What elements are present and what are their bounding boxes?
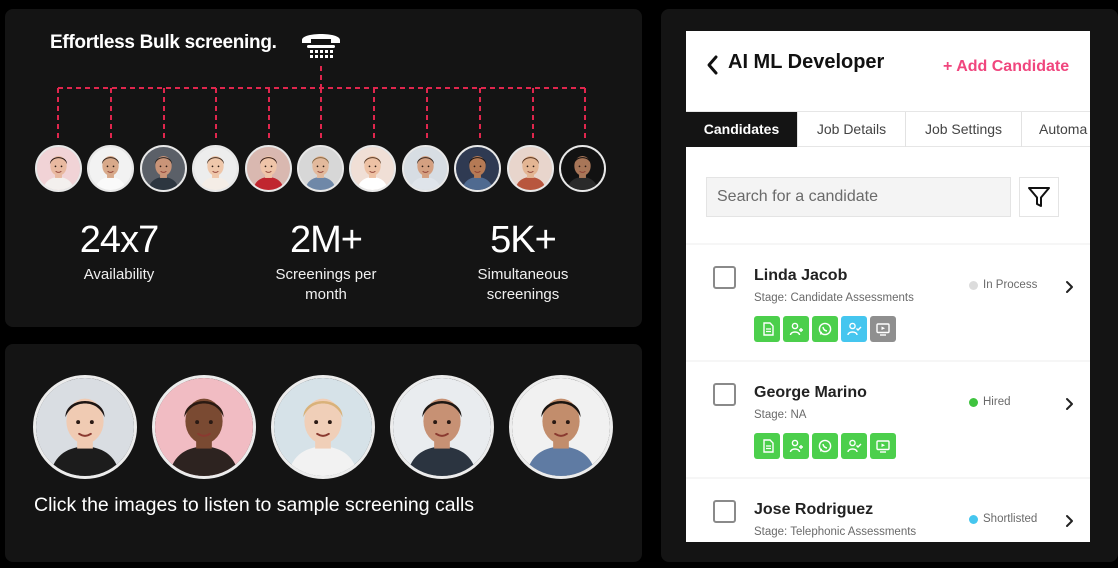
screening-avatar [401,145,449,192]
add-candidate-button[interactable]: + Add Candidate [943,58,1069,76]
screening-avatar [244,145,292,192]
sample-call-avatar[interactable] [271,375,375,479]
user-check-action-button[interactable] [841,433,867,459]
document-action-button[interactable] [754,316,780,342]
tab-bar: Candidates Job Details Job Settings Auto… [686,111,1090,147]
chevron-right-icon[interactable] [1064,280,1074,294]
add-user-action-button[interactable] [783,433,809,459]
screening-avatar [349,145,397,192]
app-header: AI ML Developer + Add Candidate [686,31,1090,111]
stat-label: Simultaneous screenings [477,266,569,303]
candidate-stage: Stage: Candidate Assessments [754,292,914,304]
stat-simultaneous-screenings: 5K+ Simultaneous screenings [448,221,598,305]
back-chevron-icon[interactable] [704,53,720,77]
candidate-row[interactable]: George Marino Stage: NA Hired [686,362,1090,477]
add-user-icon [789,322,803,336]
search-area [686,147,1090,243]
candidate-name: George Marino [754,384,867,401]
candidate-actions [754,433,896,459]
tab-job-settings[interactable]: Job Settings [906,112,1022,147]
screening-avatar [559,145,606,192]
sample-call-avatars [33,375,623,480]
filter-icon [1028,187,1050,207]
sample-call-avatar[interactable] [33,375,137,479]
add-user-action-button[interactable] [783,316,809,342]
tab-automation[interactable]: Automa [1022,112,1090,147]
status-dot [969,397,978,407]
video-screen-icon [876,440,890,453]
add-user-icon [789,439,803,453]
sample-calls-caption: Click the images to listen to sample scr… [34,494,475,516]
video-screen-action-button[interactable] [870,316,896,342]
screening-avatar [192,145,240,192]
candidate-stage: Stage: NA [754,409,807,421]
stat-screenings-per-month: 2M+ Screenings per month [251,221,401,305]
candidate-search-input[interactable] [706,177,1011,217]
video-screen-icon [876,323,890,336]
user-check-icon [847,439,862,453]
filter-button[interactable] [1019,177,1059,217]
screening-avatar [297,145,344,192]
user-check-action-button[interactable] [841,316,867,342]
document-icon [763,322,774,336]
stat-value: 2M+ [290,219,363,261]
user-check-icon [847,322,862,336]
stat-label: Screenings per month [275,266,377,303]
status-dot [969,514,978,524]
status-badge: Hired [969,396,1010,408]
connector-lines [57,66,586,140]
candidate-checkbox[interactable] [713,383,736,406]
whatsapp-action-button[interactable] [812,316,838,342]
whatsapp-action-button[interactable] [812,433,838,459]
video-screen-action-button[interactable] [870,433,896,459]
stat-value: 24x7 [79,219,159,261]
chevron-right-icon[interactable] [1064,514,1074,528]
document-action-button[interactable] [754,433,780,459]
candidate-row[interactable]: Linda Jacob Stage: Candidate Assessments… [686,245,1090,360]
sample-call-avatar[interactable] [390,375,494,479]
tab-job-details[interactable]: Job Details [798,112,906,147]
sample-call-avatar[interactable] [152,375,256,479]
candidate-app-window: AI ML Developer + Add Candidate Candidat… [686,31,1090,542]
stat-availability: 24x7 Availability [44,221,194,285]
stat-label: Availability [83,266,155,283]
chevron-right-icon[interactable] [1064,397,1074,411]
candidate-name: Linda Jacob [754,267,848,284]
job-title: AI ML Developer [728,51,885,73]
screening-avatar [139,145,187,192]
tab-candidates[interactable]: Candidates [686,112,798,147]
stat-value: 5K+ [490,219,557,261]
candidate-stage: Stage: Telephonic Assessments [754,526,917,538]
sample-call-avatar[interactable] [509,375,613,479]
candidate-name: Jose Rodriguez [754,501,874,518]
whatsapp-icon [818,322,832,336]
candidate-checkbox[interactable] [713,266,736,289]
screening-avatar [454,145,502,192]
document-icon [763,439,774,453]
status-badge: Shortlisted [969,513,1037,525]
status-badge: In Process [969,279,1037,291]
whatsapp-icon [818,439,832,453]
screening-avatar [87,145,135,192]
screening-avatars [35,145,615,193]
screening-avatar [35,145,82,192]
candidate-row[interactable]: Jose Rodriguez Stage: Telephonic Assessm… [686,479,1090,542]
candidate-checkbox[interactable] [713,500,736,523]
candidate-actions [754,316,896,342]
screening-avatar [506,145,554,192]
status-dot [969,280,978,290]
